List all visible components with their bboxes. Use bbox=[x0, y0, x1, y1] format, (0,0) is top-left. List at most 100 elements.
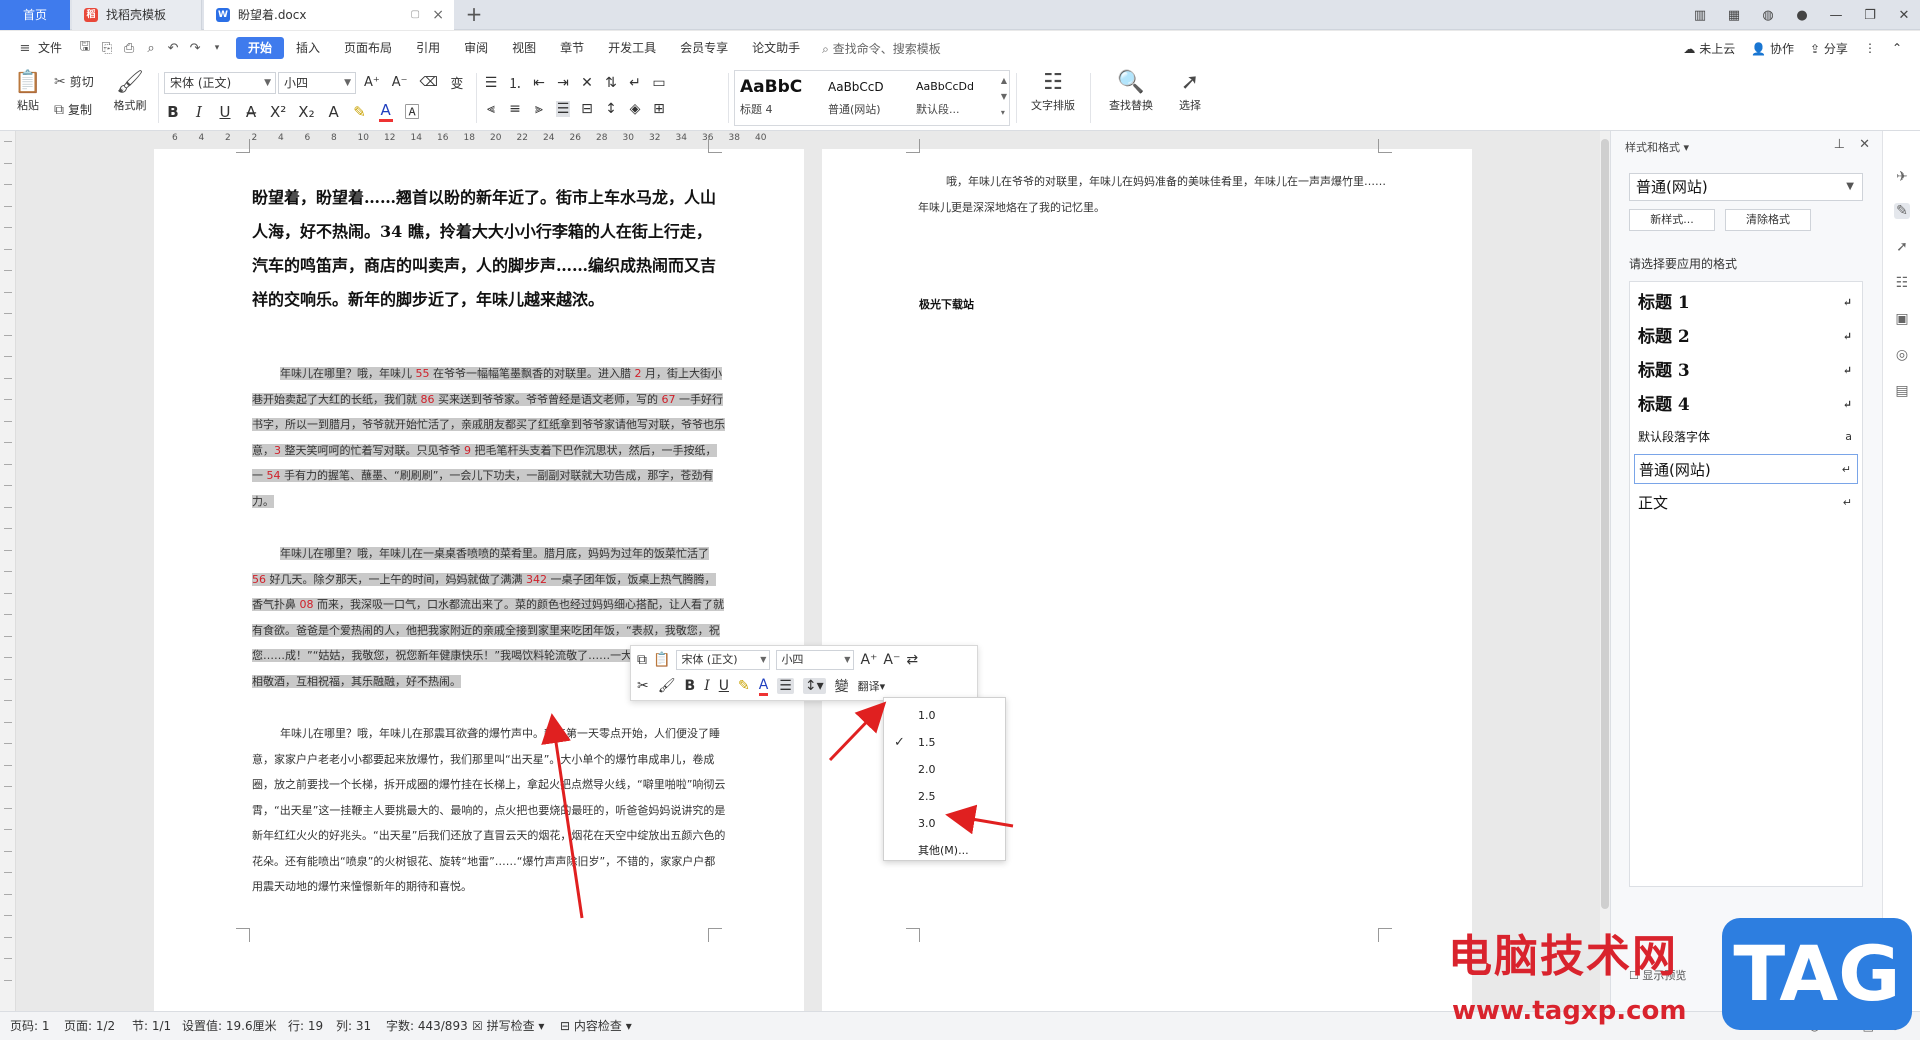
style-list-item[interactable]: 正文 ↵ bbox=[1634, 488, 1858, 518]
image-icon[interactable]: ▣ bbox=[1894, 311, 1910, 327]
align-justify-icon[interactable]: ☰ bbox=[777, 678, 794, 694]
style-list-item[interactable]: 默认段落字体 a bbox=[1634, 422, 1858, 452]
translate-button[interactable]: 翻译▾ bbox=[858, 678, 886, 694]
line-spacing-option[interactable]: 2.0 bbox=[884, 756, 1005, 783]
styles-pane-title[interactable]: 样式和格式 ▾ bbox=[1625, 139, 1689, 155]
heading-paragraph[interactable]: 盼望着，盼望着……翘首以盼的新年近了。街市上车水马龙，人山人海，好不热闹。34 … bbox=[252, 181, 726, 317]
horizontal-ruler[interactable]: 6 4 2 2 4 6 8 10 12 14 16 18 20 22 24 26 28 30 32 34 36 38 40 bbox=[154, 131, 804, 149]
clear-format-button[interactable]: 清除格式 bbox=[1725, 209, 1811, 231]
tab-document[interactable]: W 盼望着.docx ▢ × bbox=[204, 0, 454, 30]
align-right-icon[interactable]: ⫸ bbox=[532, 101, 546, 117]
select-button[interactable]: ➚ 选择 bbox=[1168, 69, 1212, 113]
format-painter-button[interactable]: 🖌 格式刷 bbox=[110, 69, 150, 113]
menu-item[interactable]: 开发工具 bbox=[596, 37, 668, 59]
mini-font-name-select[interactable]: 宋体 (正文) ▼ bbox=[676, 650, 771, 670]
line-spacing-option[interactable]: 3.0 bbox=[884, 810, 1005, 837]
print-icon[interactable]: ⎙ bbox=[118, 41, 140, 56]
subscript-icon[interactable]: X₂ bbox=[298, 103, 314, 121]
shading-icon[interactable]: ◈ bbox=[628, 101, 642, 117]
pin-icon[interactable]: ▢ bbox=[411, 0, 420, 30]
menu-item[interactable]: 开始 bbox=[236, 37, 285, 59]
menu-file[interactable]: 文件 bbox=[36, 37, 74, 59]
font-name-select[interactable]: 宋体 (正文) ▼ bbox=[164, 72, 276, 94]
save-icon[interactable]: 🖫 bbox=[74, 37, 96, 59]
char-border-icon[interactable]: 🄰 bbox=[405, 101, 420, 122]
copy-icon[interactable]: ⧉ bbox=[637, 652, 647, 668]
avatar[interactable]: ● bbox=[1794, 8, 1810, 23]
bold-icon[interactable]: B bbox=[166, 103, 180, 121]
clear-format-icon[interactable]: ⌫ bbox=[420, 75, 438, 90]
status-col[interactable]: 列: 31 bbox=[336, 1012, 371, 1040]
gallery-scroll[interactable]: ▲ ▼ ▾ bbox=[1001, 73, 1007, 121]
page-2[interactable] bbox=[822, 139, 1472, 1011]
spell-check-button[interactable]: ☒ 拼写检查 ▾ bbox=[472, 1012, 544, 1040]
book-icon[interactable]: ▤ bbox=[1894, 383, 1910, 399]
select-pointer-icon[interactable]: ➚ bbox=[1894, 239, 1910, 255]
bold-icon[interactable]: B bbox=[685, 678, 696, 694]
undo-icon[interactable]: ↶ bbox=[162, 41, 184, 56]
minimize-icon[interactable]: — bbox=[1828, 8, 1844, 23]
align-center-icon[interactable]: ≡ bbox=[508, 101, 522, 117]
new-style-button[interactable]: 新样式... bbox=[1629, 209, 1715, 231]
skin-icon[interactable]: ◍ bbox=[1760, 8, 1776, 23]
line-spacing-icon[interactable]: ↕ bbox=[604, 101, 618, 117]
status-setting[interactable]: 设置值: 19.6厘米 bbox=[182, 1012, 277, 1040]
decrease-indent-icon[interactable]: ⇤ bbox=[532, 75, 546, 91]
right-page-paragraph[interactable]: 哦，年味儿在爷爷的对联里，年味儿在妈妈准备的美味佳肴里，年味儿在一声声爆竹里……… bbox=[918, 169, 1398, 221]
restore-icon[interactable]: ❐ bbox=[1862, 8, 1878, 23]
highlight-icon[interactable]: ✎ bbox=[353, 103, 367, 121]
collab-button[interactable]: 👤 协作 bbox=[1751, 40, 1794, 57]
find-replace-button[interactable]: 🔍 查找替换 bbox=[1100, 69, 1162, 113]
text-effect-icon[interactable]: A bbox=[327, 103, 341, 121]
borders-icon[interactable]: ⊞ bbox=[652, 101, 666, 117]
body-paragraph-1[interactable]: 年味儿在哪里？哦，年味儿 55 在爷爷一幅幅笔墨飘香的对联里。进入腊 2 月，街… bbox=[252, 361, 726, 514]
layout-icon[interactable]: ▥ bbox=[1692, 8, 1708, 23]
status-section[interactable]: 节: 1/1 bbox=[132, 1012, 171, 1040]
menu-item[interactable]: 插入 bbox=[284, 37, 332, 59]
command-search[interactable]: ⌕ 查找命令、搜索模板 bbox=[822, 40, 941, 57]
style-list-item[interactable]: 标题 2 ↵ bbox=[1634, 322, 1858, 352]
menu-item[interactable]: 论文助手 bbox=[740, 37, 812, 59]
add-tab-button[interactable]: + bbox=[462, 0, 486, 30]
menu-item[interactable]: 审阅 bbox=[452, 37, 500, 59]
settings-sliders-icon[interactable]: ☷ bbox=[1894, 275, 1910, 291]
menu-item[interactable]: 页面布局 bbox=[332, 37, 404, 59]
content-check-button[interactable]: ⊟ 内容检查 ▾ bbox=[560, 1012, 632, 1040]
preview-icon[interactable]: ⌕ bbox=[140, 41, 162, 56]
grid-icon[interactable]: ▦ bbox=[1726, 8, 1742, 23]
right-page-title[interactable]: 极光下载站 bbox=[919, 296, 974, 312]
vertical-ruler[interactable] bbox=[0, 131, 16, 1011]
italic-icon[interactable]: I bbox=[192, 103, 206, 121]
status-word-count[interactable]: 字数: 443/893 bbox=[386, 1012, 468, 1040]
status-page[interactable]: 页面: 1/2 bbox=[64, 1012, 115, 1040]
italic-icon[interactable]: I bbox=[704, 678, 710, 694]
scroll-thumb[interactable] bbox=[1601, 139, 1609, 909]
more-icon[interactable]: ⋮ bbox=[1864, 41, 1876, 55]
close-window-icon[interactable]: ✕ bbox=[1896, 8, 1912, 23]
share-button[interactable]: ⇪ 分享 bbox=[1810, 40, 1848, 57]
cut-icon[interactable]: ✂ bbox=[637, 678, 649, 694]
highlight-icon[interactable]: ✎ bbox=[738, 678, 750, 694]
text-layout-button[interactable]: ☷ 文字排版 bbox=[1022, 69, 1084, 113]
quick-access-more-icon[interactable]: ▾ bbox=[206, 43, 228, 53]
pinyin-icon[interactable]: 變 bbox=[835, 676, 849, 696]
superscript-icon[interactable]: X² bbox=[270, 103, 286, 121]
line-spacing-option[interactable]: 2.5 bbox=[884, 783, 1005, 810]
menu-item[interactable]: 会员专享 bbox=[668, 37, 740, 59]
redo-icon[interactable]: ↷ bbox=[184, 41, 206, 56]
underline-icon[interactable]: U bbox=[719, 678, 729, 694]
style-list-item[interactable]: 标题 3 ↵ bbox=[1634, 356, 1858, 386]
paste-button[interactable]: 📋 粘贴 bbox=[10, 69, 46, 113]
line-spacing-other[interactable]: 其他(M)... bbox=[884, 837, 1005, 864]
compass-icon[interactable]: ◎ bbox=[1894, 347, 1910, 363]
show-marks-icon[interactable]: ↵ bbox=[628, 75, 642, 91]
grow-font-icon[interactable]: A⁺ bbox=[364, 75, 380, 90]
current-style-select[interactable]: 普通(网站) ▼ bbox=[1629, 173, 1863, 201]
style-gallery-item[interactable]: AaBbC 标题 4 bbox=[737, 73, 823, 123]
hamburger-icon[interactable]: ≡ bbox=[14, 41, 36, 56]
font-color-icon[interactable]: A bbox=[378, 101, 393, 122]
increase-indent-icon[interactable]: ⇥ bbox=[556, 75, 570, 91]
font-size-select[interactable]: 小四 ▼ bbox=[278, 72, 356, 94]
style-list-item[interactable]: 标题 4 ↵ bbox=[1634, 390, 1858, 420]
line-spacing-option[interactable]: ✓ 1.5 bbox=[884, 729, 1005, 756]
